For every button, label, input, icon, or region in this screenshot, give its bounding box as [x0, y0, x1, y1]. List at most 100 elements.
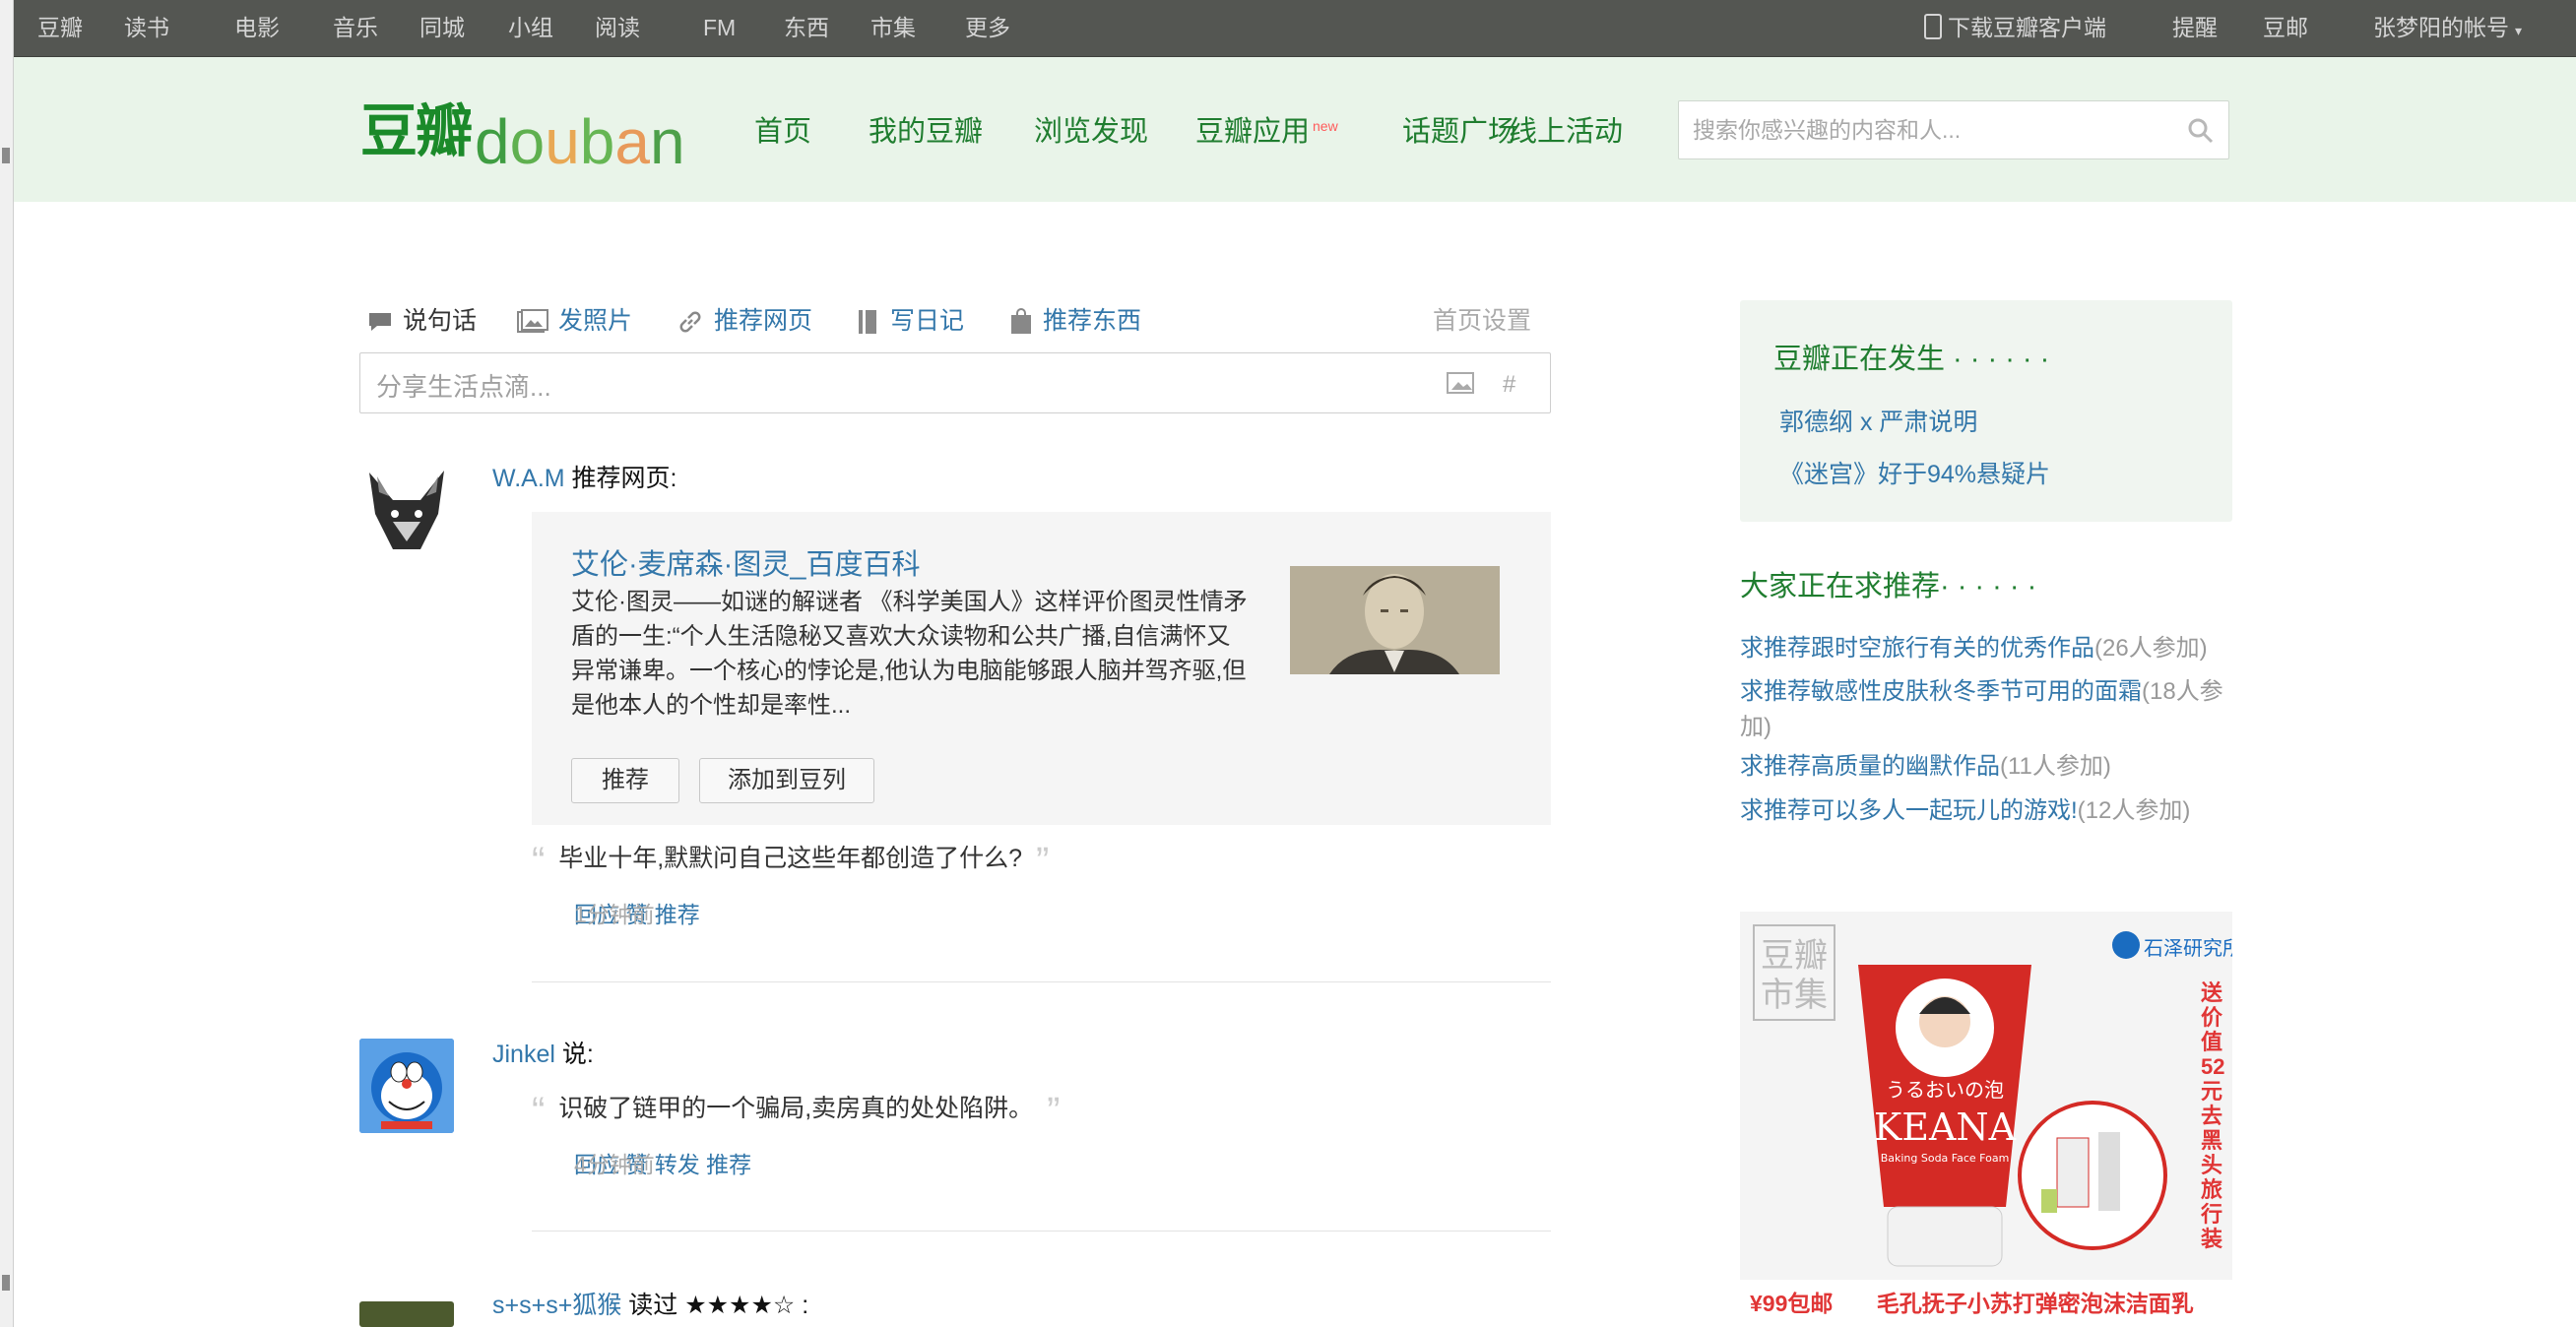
recommend-link[interactable]: 推荐 — [706, 1152, 751, 1177]
new-badge: new — [1313, 118, 1338, 134]
douban-logo[interactable]: 豆瓣douban — [360, 93, 685, 181]
nav-explore[interactable]: 浏览发现 — [1034, 114, 1148, 150]
global-nav-music[interactable]: 音乐 — [333, 14, 378, 41]
doraemon-avatar-icon — [359, 1039, 454, 1133]
ad-product-image: 豆瓣 市集 石泽研究所 うるおいの泡 KEANA Baking Soda Fac… — [1740, 912, 2232, 1280]
search-input[interactable] — [1693, 113, 2165, 147]
feed-divider — [532, 1231, 1551, 1232]
global-nav-market[interactable]: 市集 — [870, 14, 916, 41]
mail-link[interactable]: 豆邮 — [2263, 14, 2308, 41]
download-client-link[interactable]: 下载豆瓣客户端 — [1924, 14, 2106, 41]
topic-icon[interactable]: # — [1495, 367, 1530, 399]
quote-close-icon: ” — [1036, 840, 1050, 883]
global-nav-douban[interactable]: 豆瓣 — [37, 14, 83, 41]
logo-en: douban — [475, 106, 685, 177]
feed-action: 说: — [554, 1041, 594, 1068]
homepage-settings-link[interactable]: 首页设置 — [1433, 300, 1531, 342]
market-ad[interactable]: 豆瓣 市集 石泽研究所 うるおいの泡 KEANA Baking Soda Fac… — [1740, 912, 2232, 1327]
recommend-item[interactable]: 求推荐跟时空旅行有关的优秀作品(26人参加) — [1740, 631, 2232, 666]
quote-text: 识破了链甲的一个骗局,卖房真的处处陷阱。 — [558, 1095, 1034, 1122]
happening-item[interactable]: 郭德纲 x 严肃说明 — [1779, 403, 1977, 438]
feed-meta: s+s+s+狐猴 读过 ★★★★☆ : — [492, 1290, 808, 1321]
nav-apps[interactable]: 豆瓣应用 new — [1195, 114, 1338, 150]
recommend-item-text: 求推荐跟时空旅行有关的优秀作品 — [1740, 635, 2094, 662]
image-upload-icon[interactable] — [1444, 367, 1479, 399]
avatar[interactable] — [359, 1039, 454, 1133]
ad-product-en: KEANA — [1874, 1106, 2017, 1149]
share-tab-say[interactable]: 说句话 — [367, 300, 477, 342]
account-label: 张梦阳的帐号 — [2373, 15, 2509, 40]
feed-meta: W.A.M 推荐网页: — [492, 463, 677, 494]
recommend-item[interactable]: 求推荐敏感性皮肤秋冬季节可用的面霜(18人参加) — [1740, 674, 2232, 745]
remind-link[interactable]: 提醒 — [2172, 14, 2218, 41]
feed-quote: “ 毕业十年,默默问自己这些年都创造了什么? ” — [532, 842, 1049, 881]
speech-bubble-icon — [369, 313, 391, 332]
diary-icon — [859, 310, 876, 335]
card-thumbnail[interactable] — [1290, 566, 1500, 674]
feed-user-link[interactable]: W.A.M — [492, 465, 565, 492]
nav-online-events[interactable]: 线上活动 — [1509, 114, 1623, 150]
recommend-item-text: 求推荐高质量的幽默作品 — [1740, 753, 2000, 780]
recommend-link[interactable]: 推荐 — [655, 902, 700, 927]
recommend-item-count: (11人参加) — [2000, 753, 2111, 780]
feed-actions: 4分钟前 回应 赞 转发 推荐 — [574, 1150, 751, 1179]
ad-brand: 石泽研究所 — [2144, 936, 2232, 960]
feed-divider — [532, 981, 1551, 982]
avatar[interactable] — [359, 1301, 454, 1327]
ad-caption[interactable]: ¥99包邮 毛孔抚子小苏打弹密泡沫洁面乳 — [1740, 1280, 2232, 1327]
nav-home[interactable]: 首页 — [754, 114, 811, 150]
share-tab-link-label: 推荐网页 — [714, 307, 813, 335]
share-tab-say-label: 说句话 — [403, 307, 478, 335]
ad-product-jp: うるおいの泡 — [1886, 1078, 2004, 1102]
global-nav-book[interactable]: 读书 — [124, 14, 169, 41]
quote-text: 毕业十年,默默问自己这些年都创造了什么? — [558, 845, 1023, 872]
wolf-avatar-icon — [369, 471, 444, 549]
ad-badge-top: 豆瓣 — [1761, 936, 1828, 976]
share-tab-diary[interactable]: 写日记 — [857, 300, 964, 342]
avatar[interactable] — [359, 463, 454, 557]
status-box: # — [359, 352, 1551, 413]
card-title-link[interactable]: 艾伦·麦席森·图灵_百度百科 — [571, 541, 920, 583]
global-nav-movie[interactable]: 电影 — [234, 14, 280, 41]
site-header: 豆瓣douban 首页 我的豆瓣 浏览发现 豆瓣应用 new 话题广场 线上活动 — [14, 57, 2576, 202]
quote-open-icon: “ — [532, 840, 546, 883]
global-nav-read[interactable]: 阅读 — [595, 14, 640, 41]
share-tab-thing-label: 推荐东西 — [1043, 307, 1142, 335]
window-left-edge — [0, 0, 14, 1327]
search-box — [1678, 100, 2229, 159]
forward-link[interactable]: 转发 — [655, 1152, 700, 1177]
feed-time: 4分钟前 — [574, 1152, 655, 1177]
happening-item[interactable]: 《迷宫》好于94%悬疑片 — [1779, 455, 2050, 490]
recommend-item-text: 求推荐可以多人一起玩儿的游戏! — [1740, 797, 2078, 824]
recommend-button[interactable]: 推荐 — [571, 758, 679, 803]
global-nav-dongxi[interactable]: 东西 — [784, 14, 829, 41]
card-abstract: 艾伦·图灵——如谜的解谜者 《科学美国人》这样评价图灵性情矛盾的一生:“个人生活… — [571, 589, 1248, 719]
ad-badge-bottom: 市集 — [1761, 976, 1828, 1015]
account-menu[interactable]: 张梦阳的帐号 ▾ — [2373, 14, 2522, 44]
logo-cn: 豆瓣 — [360, 99, 473, 163]
status-input[interactable] — [376, 367, 1341, 403]
photo-icon — [517, 309, 548, 334]
feed-user-link[interactable]: s+s+s+狐猴 — [492, 1292, 621, 1319]
share-tab-photo[interactable]: 发照片 — [517, 300, 632, 342]
recommend-item[interactable]: 求推荐可以多人一起玩儿的游戏!(12人参加) — [1740, 793, 2232, 829]
share-tab-photo-label: 发照片 — [558, 307, 633, 335]
feed-action: 读过 ★★★★☆ : — [621, 1292, 809, 1319]
recommend-item[interactable]: 求推荐高质量的幽默作品(11人参加) — [1740, 749, 2232, 785]
feed-action: 推荐网页: — [564, 465, 677, 492]
share-tab-thing[interactable]: 推荐东西 — [1009, 300, 1141, 342]
feed-user-link[interactable]: Jinkel — [492, 1041, 555, 1068]
global-nav-group[interactable]: 小组 — [508, 14, 553, 41]
feed-meta: Jinkel 说: — [492, 1039, 594, 1070]
add-to-doulist-button[interactable]: 添加到豆列 — [699, 758, 874, 803]
ad-side-text: 送价值52元去黑头旅行装 — [2201, 980, 2225, 1251]
recommend-item-count: (26人参加) — [2094, 635, 2208, 662]
search-icon[interactable] — [2187, 117, 2215, 145]
nav-topics[interactable]: 话题广场 — [1402, 114, 1516, 150]
global-nav-fm[interactable]: FM — [703, 14, 736, 41]
nav-my-douban[interactable]: 我的豆瓣 — [869, 114, 983, 150]
global-nav-location[interactable]: 同城 — [419, 14, 465, 41]
share-tab-link[interactable]: 推荐网页 — [676, 300, 812, 342]
global-nav-more[interactable]: 更多 — [965, 14, 1010, 41]
happening-panel: 豆瓣正在发生 · · · · · · 郭德纲 x 严肃说明 《迷宫》好于94%悬… — [1740, 300, 2232, 522]
